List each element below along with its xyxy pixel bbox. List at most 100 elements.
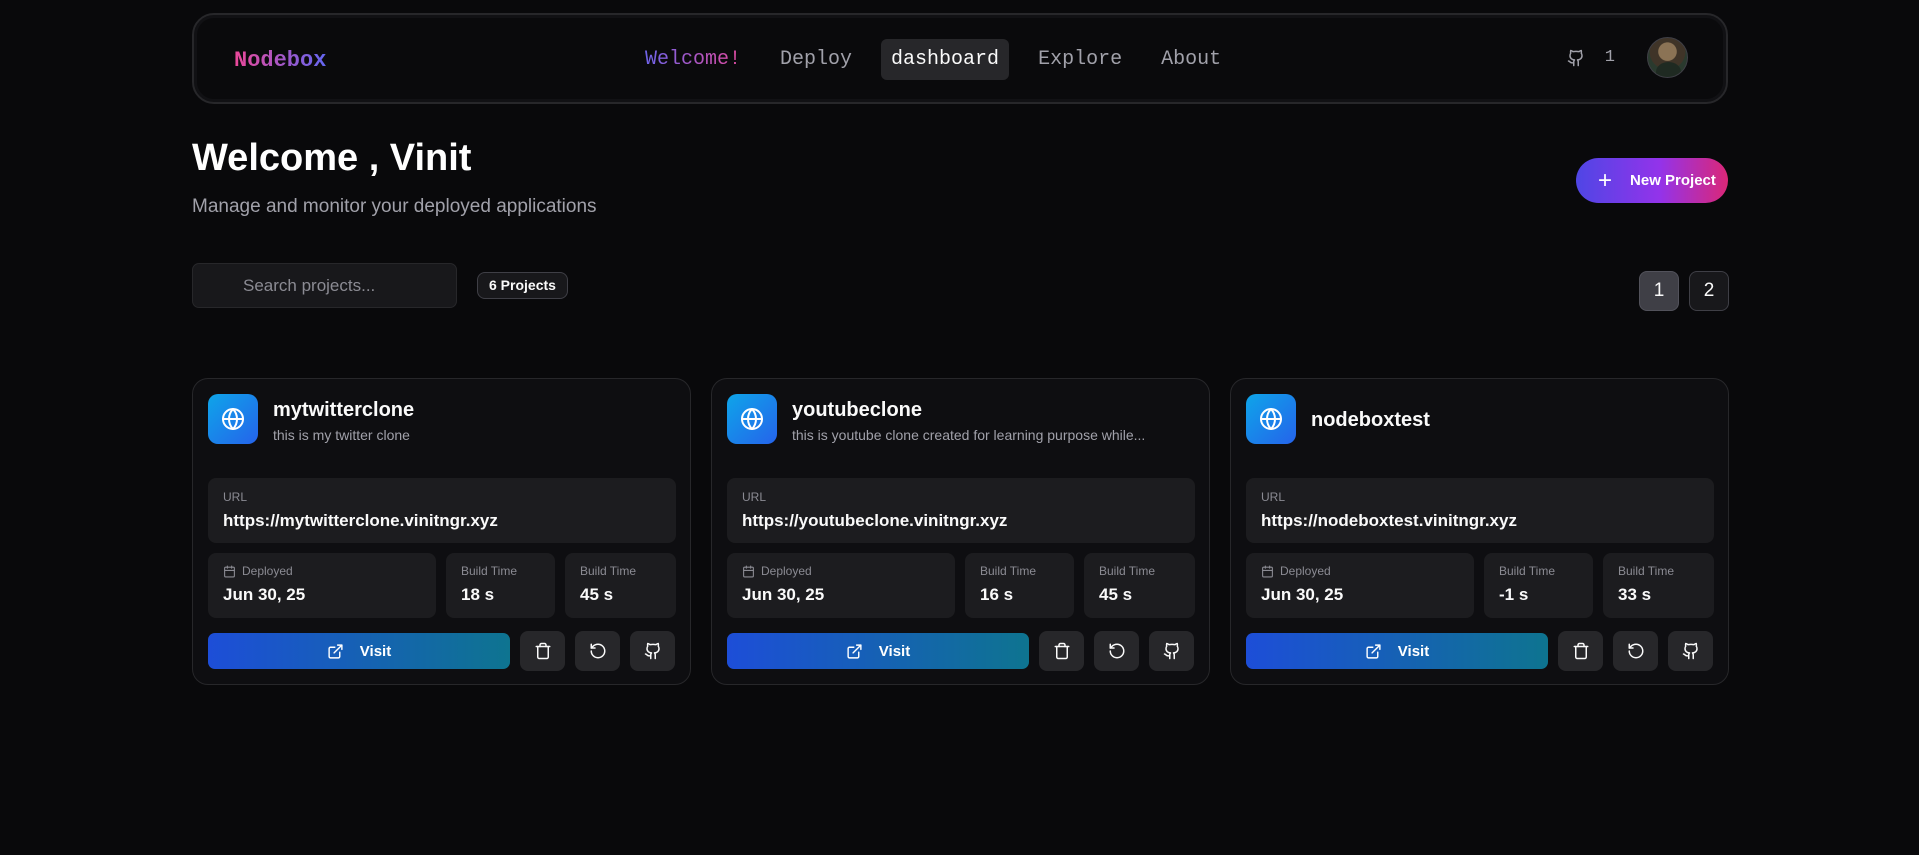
visit-label: Visit	[878, 642, 911, 660]
project-card: mytwitterclone this is my twitter clone …	[192, 378, 691, 685]
delete-button[interactable]	[1558, 631, 1603, 671]
deployed-date: Jun 30, 25	[223, 585, 306, 604]
github-button[interactable]	[1149, 631, 1194, 671]
deployed-stat: Deployed Jun 30, 25	[1246, 553, 1474, 618]
plus-icon: +	[1598, 166, 1613, 194]
project-count-badge: 6 Projects	[477, 272, 568, 299]
build-time-value: 45 s	[1099, 585, 1133, 604]
project-description: this is my twitter clone	[273, 427, 410, 443]
build-time-value: 18 s	[461, 585, 495, 604]
build-time-label: Build Time	[461, 564, 518, 578]
globe-icon	[727, 394, 777, 444]
deployed-date: Jun 30, 25	[742, 585, 825, 604]
build-time-value: 45 s	[580, 585, 614, 604]
github-icon	[1567, 49, 1583, 66]
url-box: URL https://youtubeclone.vinitngr.xyz	[727, 478, 1195, 543]
github-link[interactable]: 1	[1567, 48, 1615, 67]
page-title: Welcome , Vinit	[192, 137, 472, 179]
globe-icon	[208, 394, 258, 444]
url-label: URL	[223, 490, 248, 504]
build-time-label: Build Time	[580, 564, 637, 578]
build-time-stat: Build Time -1 s	[1484, 553, 1593, 618]
trash-icon	[535, 642, 550, 660]
url-box: URL https://mytwitterclone.vinitngr.xyz	[208, 478, 676, 543]
nav-link-explore[interactable]: Explore	[1028, 39, 1132, 80]
redeploy-button[interactable]	[575, 631, 620, 671]
trash-icon	[1573, 642, 1588, 660]
nav-right: 1	[1567, 37, 1688, 78]
new-project-button[interactable]: + New Project	[1576, 158, 1728, 203]
project-url[interactable]: https://mytwitterclone.vinitngr.xyz	[223, 511, 661, 531]
brand-logo[interactable]: Nodebox	[234, 48, 326, 73]
redeploy-icon	[1109, 643, 1124, 659]
trash-icon	[1054, 642, 1069, 660]
project-name: youtubeclone	[792, 399, 923, 421]
nav-links: Welcome! Deploy dashboard Explore About	[635, 39, 1250, 80]
github-count: 1	[1604, 48, 1615, 67]
project-name: nodeboxtest	[1311, 409, 1430, 431]
redeploy-icon	[590, 643, 605, 659]
project-grid: mytwitterclone this is my twitter clone …	[192, 378, 1749, 685]
external-link-icon	[847, 643, 862, 659]
project-card: youtubeclone this is youtube clone creat…	[711, 378, 1210, 685]
project-name: mytwitterclone	[273, 399, 415, 421]
visit-button[interactable]: Visit	[1246, 633, 1548, 669]
url-label: URL	[742, 490, 767, 504]
build-time-stat: Build Time 16 s	[965, 553, 1074, 618]
page-button-2[interactable]: 2	[1689, 271, 1729, 311]
avatar[interactable]	[1647, 37, 1688, 78]
url-label: URL	[1261, 490, 1286, 504]
calendar-icon	[1262, 565, 1273, 577]
globe-icon	[1246, 394, 1296, 444]
pagination: 1 2	[1639, 271, 1739, 311]
delete-button[interactable]	[1039, 631, 1084, 671]
build-time-stat-2: Build Time 45 s	[1084, 553, 1195, 618]
redeploy-button[interactable]	[1094, 631, 1139, 671]
build-time-value: -1 s	[1499, 585, 1529, 604]
build-time-stat-2: Build Time 33 s	[1603, 553, 1714, 618]
deployed-stat: Deployed Jun 30, 25	[208, 553, 436, 618]
page-button-1[interactable]: 1	[1639, 271, 1679, 311]
delete-button[interactable]	[520, 631, 565, 671]
project-description: this is youtube clone created for learni…	[792, 427, 1146, 443]
build-time-value: 33 s	[1618, 585, 1652, 604]
navbar: Nodebox Welcome! Deploy dashboard Explor…	[192, 13, 1728, 104]
page-subtitle: Manage and monitor your deployed applica…	[192, 196, 597, 217]
visit-button[interactable]: Visit	[208, 633, 510, 669]
redeploy-button[interactable]	[1613, 631, 1658, 671]
deployed-label: Deployed	[761, 564, 812, 578]
url-box: URL https://nodeboxtest.vinitngr.xyz	[1246, 478, 1714, 543]
github-button[interactable]	[1668, 631, 1713, 671]
nav-link-deploy[interactable]: Deploy	[770, 39, 862, 80]
deployed-label: Deployed	[242, 564, 293, 578]
visit-label: Visit	[1397, 642, 1430, 660]
visit-button[interactable]: Visit	[727, 633, 1029, 669]
build-time-label: Build Time	[1099, 564, 1156, 578]
project-card: nodeboxtest URL https://nodeboxtest.vini…	[1230, 378, 1729, 685]
deployed-stat: Deployed Jun 30, 25	[727, 553, 955, 618]
github-icon	[1682, 642, 1698, 660]
deployed-date: Jun 30, 25	[1261, 585, 1344, 604]
project-url[interactable]: https://youtubeclone.vinitngr.xyz	[742, 511, 1180, 531]
github-button[interactable]	[630, 631, 675, 671]
visit-label: Visit	[359, 642, 392, 660]
nav-link-about[interactable]: About	[1151, 39, 1231, 80]
github-icon	[644, 642, 660, 660]
external-link-icon	[1366, 643, 1381, 659]
new-project-label: New Project	[1630, 172, 1716, 189]
build-time-label: Build Time	[1618, 564, 1675, 578]
build-time-label: Build Time	[980, 564, 1037, 578]
calendar-icon	[743, 565, 754, 577]
external-link-icon	[328, 643, 343, 659]
search-input[interactable]	[192, 263, 457, 308]
build-time-label: Build Time	[1499, 564, 1556, 578]
project-url[interactable]: https://nodeboxtest.vinitngr.xyz	[1261, 511, 1699, 531]
nav-link-welcome[interactable]: Welcome!	[635, 39, 751, 80]
build-time-stat: Build Time 18 s	[446, 553, 555, 618]
calendar-icon	[224, 565, 235, 577]
deployed-label: Deployed	[1280, 564, 1331, 578]
nav-link-dashboard[interactable]: dashboard	[881, 39, 1010, 80]
build-time-stat-2: Build Time 45 s	[565, 553, 676, 618]
github-icon	[1163, 642, 1179, 660]
redeploy-icon	[1628, 643, 1643, 659]
